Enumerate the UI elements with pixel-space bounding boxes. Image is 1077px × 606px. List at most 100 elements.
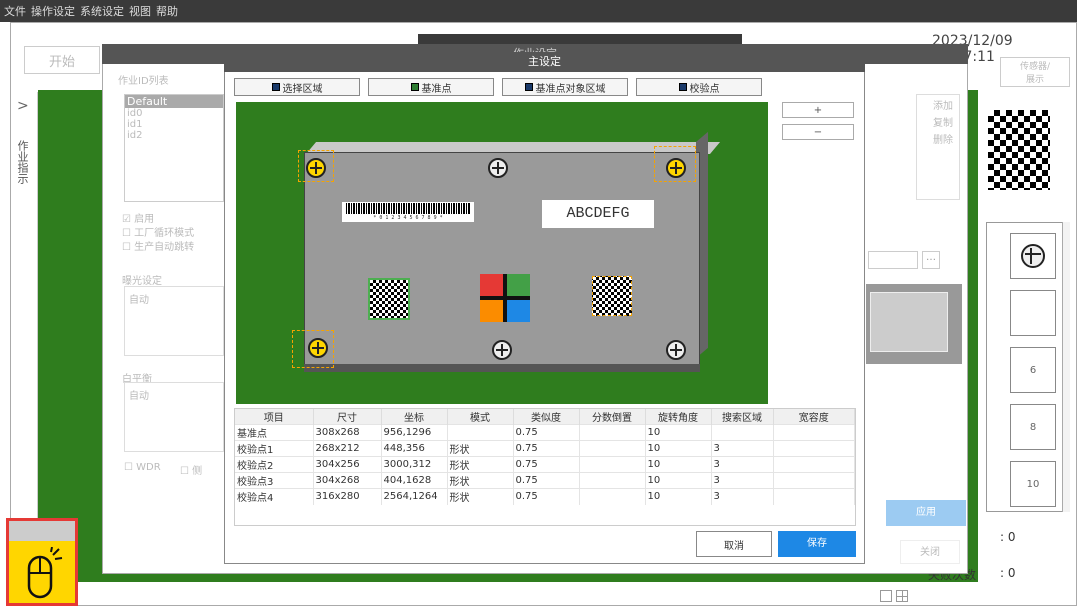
menu-bar: 文件 操作设定 系统设定 视图 帮助 xyxy=(0,0,1077,22)
table-cell: 基准点 xyxy=(235,424,314,441)
job-id-item[interactable]: id2 xyxy=(125,130,223,141)
job-id-list[interactable]: Default id0 id1 id2 xyxy=(124,94,224,202)
qr-code xyxy=(368,278,410,320)
zoom-in-button[interactable]: + xyxy=(782,102,854,118)
screw-icon xyxy=(1021,244,1045,268)
menu-help[interactable]: 帮助 xyxy=(156,3,178,19)
table-cell: 10 xyxy=(645,456,712,473)
layout-grid-icon[interactable] xyxy=(896,590,908,602)
table-row[interactable]: 校验点1 268x212 448,356 形状 0.75 10 3 xyxy=(235,440,855,457)
col-similarity: 类似度 xyxy=(513,409,580,425)
close-button[interactable]: 关闭 xyxy=(900,540,960,564)
thumbnail-slot-6[interactable]: 6 xyxy=(1010,347,1056,393)
table-cell: 10 xyxy=(645,424,712,441)
tab-reference-target-region[interactable]: 基准点对象区域 xyxy=(502,78,628,96)
path-input[interactable] xyxy=(868,251,918,269)
screw-icon xyxy=(666,340,686,360)
start-button[interactable]: 开始 xyxy=(24,46,100,74)
side-expand-chevron[interactable]: > xyxy=(17,98,29,114)
cursor-mode-toggle[interactable] xyxy=(6,518,78,606)
table-row[interactable]: 校验点2 304x256 3000,312 形状 0.75 10 3 xyxy=(235,456,855,473)
thumbnail-slot-8[interactable]: 8 xyxy=(1010,404,1056,450)
side-checkbox[interactable]: ☐ 侧 xyxy=(180,462,202,477)
table-row[interactable]: 校验点3 304x268 404,1628 形状 0.75 10 3 xyxy=(235,472,855,489)
table-cell: 0.75 xyxy=(513,424,580,441)
table-cell: 校验点1 xyxy=(235,440,314,457)
barcode-bars xyxy=(346,203,470,214)
table-cell: 268x212 xyxy=(313,440,382,457)
menu-file[interactable]: 文件 xyxy=(4,3,26,19)
table-cell: 448,356 xyxy=(381,440,448,457)
enable-checkbox[interactable]: ☑ 启用 xyxy=(122,210,154,225)
check-point-3-box[interactable] xyxy=(292,330,334,368)
table-cell: 10 xyxy=(645,488,712,505)
thumbnail-scrollbar[interactable] xyxy=(1062,222,1070,512)
thumbnail-slot-screw[interactable] xyxy=(1010,233,1056,279)
table-cell xyxy=(579,424,646,441)
copy-job-button[interactable]: 复制 xyxy=(917,112,959,129)
apply-button[interactable]: 应用 xyxy=(886,500,966,526)
layout-single-icon[interactable] xyxy=(880,590,892,602)
wdr-checkbox[interactable]: ☐ WDR xyxy=(124,462,161,473)
check-point-1-box[interactable] xyxy=(298,150,334,182)
table-cell: 10 xyxy=(645,440,712,457)
table-cell: 404,1628 xyxy=(381,472,448,489)
col-mode: 模式 xyxy=(447,409,514,425)
mouse-cursor-icon xyxy=(27,547,63,599)
select-region-icon xyxy=(271,83,280,91)
menu-operation[interactable]: 操作设定 xyxy=(31,3,75,19)
white-balance-field[interactable]: 自动 xyxy=(124,382,224,452)
main-settings-titlebar: 主设定 xyxy=(224,52,865,72)
table-cell: 3 xyxy=(711,488,774,505)
job-id-item[interactable]: id1 xyxy=(125,119,223,130)
screw-icon xyxy=(492,340,512,360)
browse-button[interactable]: … xyxy=(922,251,940,269)
settings-tabs: 选择区域 基准点 基准点对象区域 校验点 xyxy=(234,78,774,96)
table-cell xyxy=(579,440,646,457)
mini-preview-board xyxy=(870,292,948,352)
tab-select-region[interactable]: 选择区域 xyxy=(234,78,360,96)
screw-icon xyxy=(488,158,508,178)
menu-system[interactable]: 系统设定 xyxy=(80,3,124,19)
menu-view[interactable]: 视图 xyxy=(129,3,151,19)
table-cell xyxy=(773,440,855,457)
inspection-image[interactable]: * 0 1 2 3 4 5 6 7 8 9 * ABCDEFG xyxy=(236,102,768,404)
sensor-display-button[interactable]: 传感器/ 展示 xyxy=(1000,57,1070,87)
tab-reference-point[interactable]: 基准点 xyxy=(368,78,494,96)
check-point-2-box[interactable] xyxy=(654,146,696,182)
table-cell: 形状 xyxy=(447,488,514,505)
side-tab-work-instruction[interactable]: 作业指示 xyxy=(16,140,30,184)
table-row[interactable]: 校验点4 316x280 2564,1264 形状 0.75 10 3 xyxy=(235,488,855,505)
zoom-out-button[interactable]: − xyxy=(782,124,854,140)
job-id-item[interactable]: id0 xyxy=(125,108,223,119)
table-cell: 0.75 xyxy=(513,456,580,473)
check-point-icon xyxy=(678,83,687,91)
col-coord: 坐标 xyxy=(381,409,448,425)
thumbnail-slot-10[interactable]: 10 xyxy=(1010,461,1056,507)
thumbnail-slot-qr[interactable] xyxy=(1010,290,1056,336)
save-button[interactable]: 保存 xyxy=(778,531,856,557)
col-score-invert: 分数倒置 xyxy=(579,409,646,425)
job-actions-panel: 添加 复制 删除 xyxy=(916,94,960,200)
delete-job-button[interactable]: 删除 xyxy=(917,129,959,146)
exposure-field[interactable]: 自动 xyxy=(124,286,224,356)
auto-jump-checkbox[interactable]: ☐ 生产自动跳转 xyxy=(122,238,194,253)
tab-check-point[interactable]: 校验点 xyxy=(636,78,762,96)
table-row[interactable]: 基准点 308x268 956,1296 0.75 10 xyxy=(235,424,855,441)
table-cell: 316x280 xyxy=(313,488,382,505)
fail-count-value: : 0 xyxy=(1000,566,1016,580)
table-cell xyxy=(773,424,855,441)
col-size: 尺寸 xyxy=(313,409,382,425)
color-cross xyxy=(480,274,530,322)
barcode-label: * 0 1 2 3 4 5 6 7 8 9 * xyxy=(342,202,474,222)
table-cell: 0.75 xyxy=(513,440,580,457)
job-id-item[interactable]: Default xyxy=(125,95,223,108)
col-tolerance: 宽容度 xyxy=(773,409,855,425)
board-face xyxy=(304,152,700,368)
table-cell: 2564,1264 xyxy=(381,488,448,505)
reference-target-icon xyxy=(524,83,533,91)
factory-loop-checkbox[interactable]: ☐ 工厂循环模式 xyxy=(122,224,194,239)
add-job-button[interactable]: 添加 xyxy=(917,95,959,112)
reference-point-icon xyxy=(410,83,419,91)
cancel-button[interactable]: 取消 xyxy=(696,531,772,557)
